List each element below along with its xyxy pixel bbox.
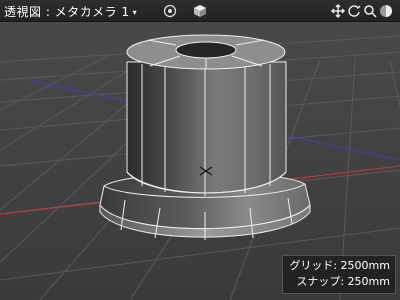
3d-model[interactable] <box>99 34 311 240</box>
viewport-title: 透視図 : メタカメラ 1 <box>4 5 130 19</box>
cube-icon[interactable] <box>192 3 208 19</box>
chevron-down-icon: ▾ <box>132 8 138 17</box>
target-icon[interactable] <box>162 3 178 19</box>
viewport-title-dropdown[interactable]: 透視図 : メタカメラ 1 ▾ <box>4 3 137 20</box>
zoom-icon[interactable] <box>362 3 378 19</box>
perspective-viewport[interactable]: 透視図 : メタカメラ 1 ▾ グリッド: 2500mm スナップ: 250mm <box>0 0 400 300</box>
grid-size-label: グリッド: 2500mm <box>289 259 390 272</box>
move-arrows-icon[interactable] <box>330 3 346 19</box>
display-mode-icon[interactable] <box>378 3 394 19</box>
viewport-titlebar: 透視図 : メタカメラ 1 ▾ <box>0 0 400 22</box>
rotate-icon[interactable] <box>346 3 362 19</box>
grid-snap-info: グリッド: 2500mm スナップ: 250mm <box>282 255 396 294</box>
snap-size-label: スナップ: 250mm <box>296 275 390 288</box>
